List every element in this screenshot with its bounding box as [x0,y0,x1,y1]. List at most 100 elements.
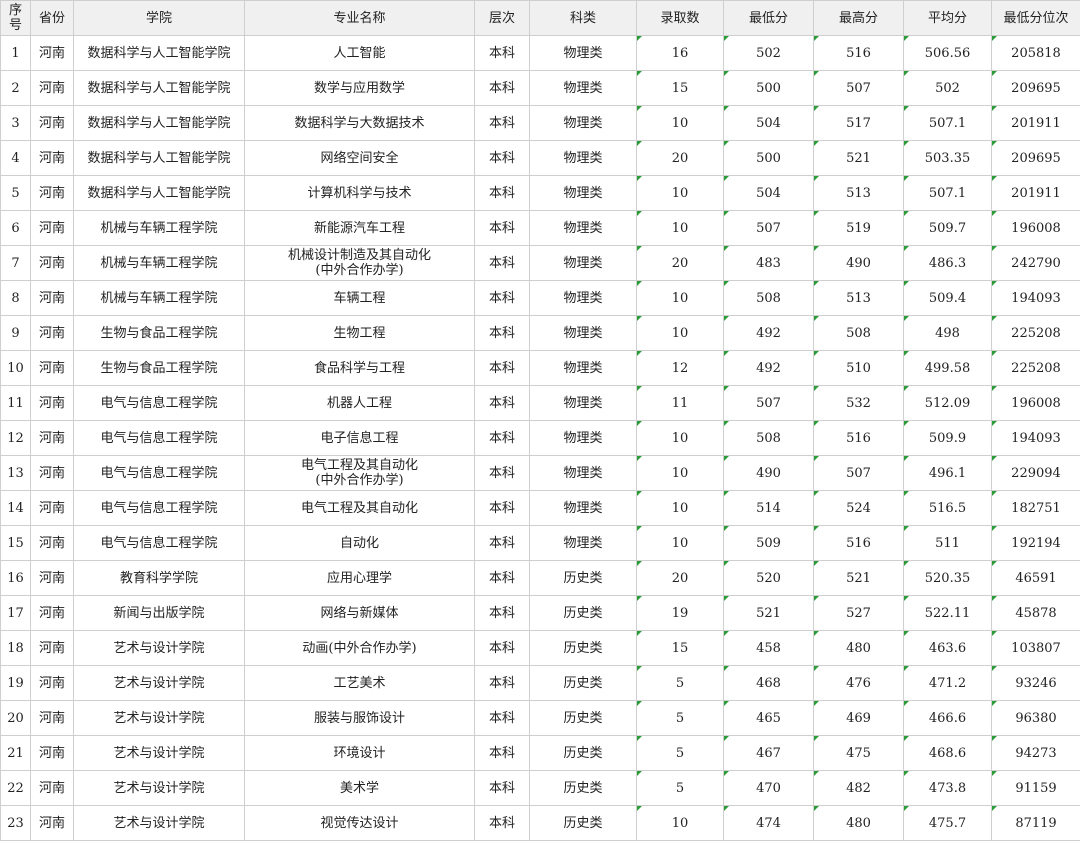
cell-category: 物理类 [530,526,637,561]
cell-min-score: 508 [724,281,814,316]
cell-min-rank: 96380 [992,701,1080,736]
cell-college: 数据科学与人工智能学院 [74,71,245,106]
cell-category: 物理类 [530,316,637,351]
header-level: 层次 [475,1,530,36]
cell-admitted: 12 [637,351,724,386]
cell-category: 历史类 [530,596,637,631]
cell-max-score: 482 [814,771,904,806]
cell-admitted: 20 [637,141,724,176]
cell-province: 河南 [31,806,74,841]
cell-max-score: 513 [814,281,904,316]
cell-min-rank: 201911 [992,176,1080,211]
cell-avg-score: 522.11 [904,596,992,631]
cell-line: 机械设计制造及其自动化 [245,248,474,263]
cell-avg-score: 468.6 [904,736,992,771]
cell-college: 艺术与设计学院 [74,701,245,736]
header-seq: 序号 [1,1,31,36]
cell-major: 电气工程及其自动化(中外合作办学) [245,456,475,491]
cell-min-score: 492 [724,316,814,351]
cell-max-score: 516 [814,36,904,71]
cell-min-score: 508 [724,421,814,456]
cell-province: 河南 [31,631,74,666]
cell-province: 河南 [31,421,74,456]
cell-max-score: 517 [814,106,904,141]
table-row: 7河南机械与车辆工程学院机械设计制造及其自动化(中外合作办学)本科物理类2048… [1,246,1080,281]
table-row: 12河南电气与信息工程学院电子信息工程本科物理类10508516509.9194… [1,421,1080,456]
cell-avg-score: 507.1 [904,106,992,141]
cell-major: 食品科学与工程 [245,351,475,386]
cell-category: 历史类 [530,701,637,736]
cell-line: 序 [1,3,30,18]
cell-seq: 8 [1,281,31,316]
cell-college: 数据科学与人工智能学院 [74,106,245,141]
cell-province: 河南 [31,771,74,806]
cell-major: 车辆工程 [245,281,475,316]
cell-level: 本科 [475,141,530,176]
cell-seq: 17 [1,596,31,631]
cell-seq: 19 [1,666,31,701]
cell-province: 河南 [31,316,74,351]
cell-line: 号 [1,18,30,33]
cell-college: 生物与食品工程学院 [74,351,245,386]
cell-min-rank: 196008 [992,211,1080,246]
cell-province: 河南 [31,106,74,141]
cell-min-score: 492 [724,351,814,386]
cell-min-score: 490 [724,456,814,491]
cell-college: 电气与信息工程学院 [74,491,245,526]
table-row: 21河南艺术与设计学院环境设计本科历史类5467475468.694273 [1,736,1080,771]
cell-level: 本科 [475,421,530,456]
cell-avg-score: 509.4 [904,281,992,316]
cell-province: 河南 [31,141,74,176]
cell-admitted: 5 [637,771,724,806]
cell-seq: 4 [1,141,31,176]
cell-major: 机器人工程 [245,386,475,421]
cell-province: 河南 [31,456,74,491]
cell-level: 本科 [475,631,530,666]
cell-min-score: 509 [724,526,814,561]
cell-category: 历史类 [530,631,637,666]
table-row: 2河南数据科学与人工智能学院数学与应用数学本科物理类15500507502209… [1,71,1080,106]
cell-college: 电气与信息工程学院 [74,386,245,421]
cell-line: (中外合作办学) [245,263,474,278]
cell-admitted: 15 [637,631,724,666]
table-row: 20河南艺术与设计学院服装与服饰设计本科历史类5465469466.696380 [1,701,1080,736]
cell-category: 物理类 [530,491,637,526]
cell-college: 数据科学与人工智能学院 [74,176,245,211]
cell-category: 历史类 [530,806,637,841]
table-row: 5河南数据科学与人工智能学院计算机科学与技术本科物理类10504513507.1… [1,176,1080,211]
cell-max-score: 516 [814,421,904,456]
cell-max-score: 521 [814,141,904,176]
cell-min-rank: 194093 [992,421,1080,456]
cell-major: 视觉传达设计 [245,806,475,841]
header-province: 省份 [31,1,74,36]
cell-min-score: 500 [724,141,814,176]
header-min-rank: 最低分位次 [992,1,1080,36]
cell-category: 物理类 [530,211,637,246]
cell-level: 本科 [475,351,530,386]
cell-avg-score: 486.3 [904,246,992,281]
header-major: 专业名称 [245,1,475,36]
cell-admitted: 10 [637,281,724,316]
cell-seq: 14 [1,491,31,526]
cell-major: 动画(中外合作办学) [245,631,475,666]
cell-college: 艺术与设计学院 [74,631,245,666]
cell-seq: 20 [1,701,31,736]
cell-min-score: 504 [724,176,814,211]
cell-college: 机械与车辆工程学院 [74,246,245,281]
cell-category: 物理类 [530,176,637,211]
cell-major: 数学与应用数学 [245,71,475,106]
cell-college: 数据科学与人工智能学院 [74,141,245,176]
cell-max-score: 532 [814,386,904,421]
cell-admitted: 10 [637,526,724,561]
cell-avg-score: 520.35 [904,561,992,596]
cell-college: 艺术与设计学院 [74,666,245,701]
header-admitted: 录取数 [637,1,724,36]
table-header: 序号省份学院专业名称层次科类录取数最低分最高分平均分最低分位次 [1,1,1080,36]
cell-admitted: 16 [637,36,724,71]
cell-max-score: 480 [814,631,904,666]
cell-seq: 18 [1,631,31,666]
table-row: 17河南新闻与出版学院网络与新媒体本科历史类19521527522.114587… [1,596,1080,631]
cell-level: 本科 [475,771,530,806]
cell-min-score: 465 [724,701,814,736]
cell-category: 历史类 [530,771,637,806]
